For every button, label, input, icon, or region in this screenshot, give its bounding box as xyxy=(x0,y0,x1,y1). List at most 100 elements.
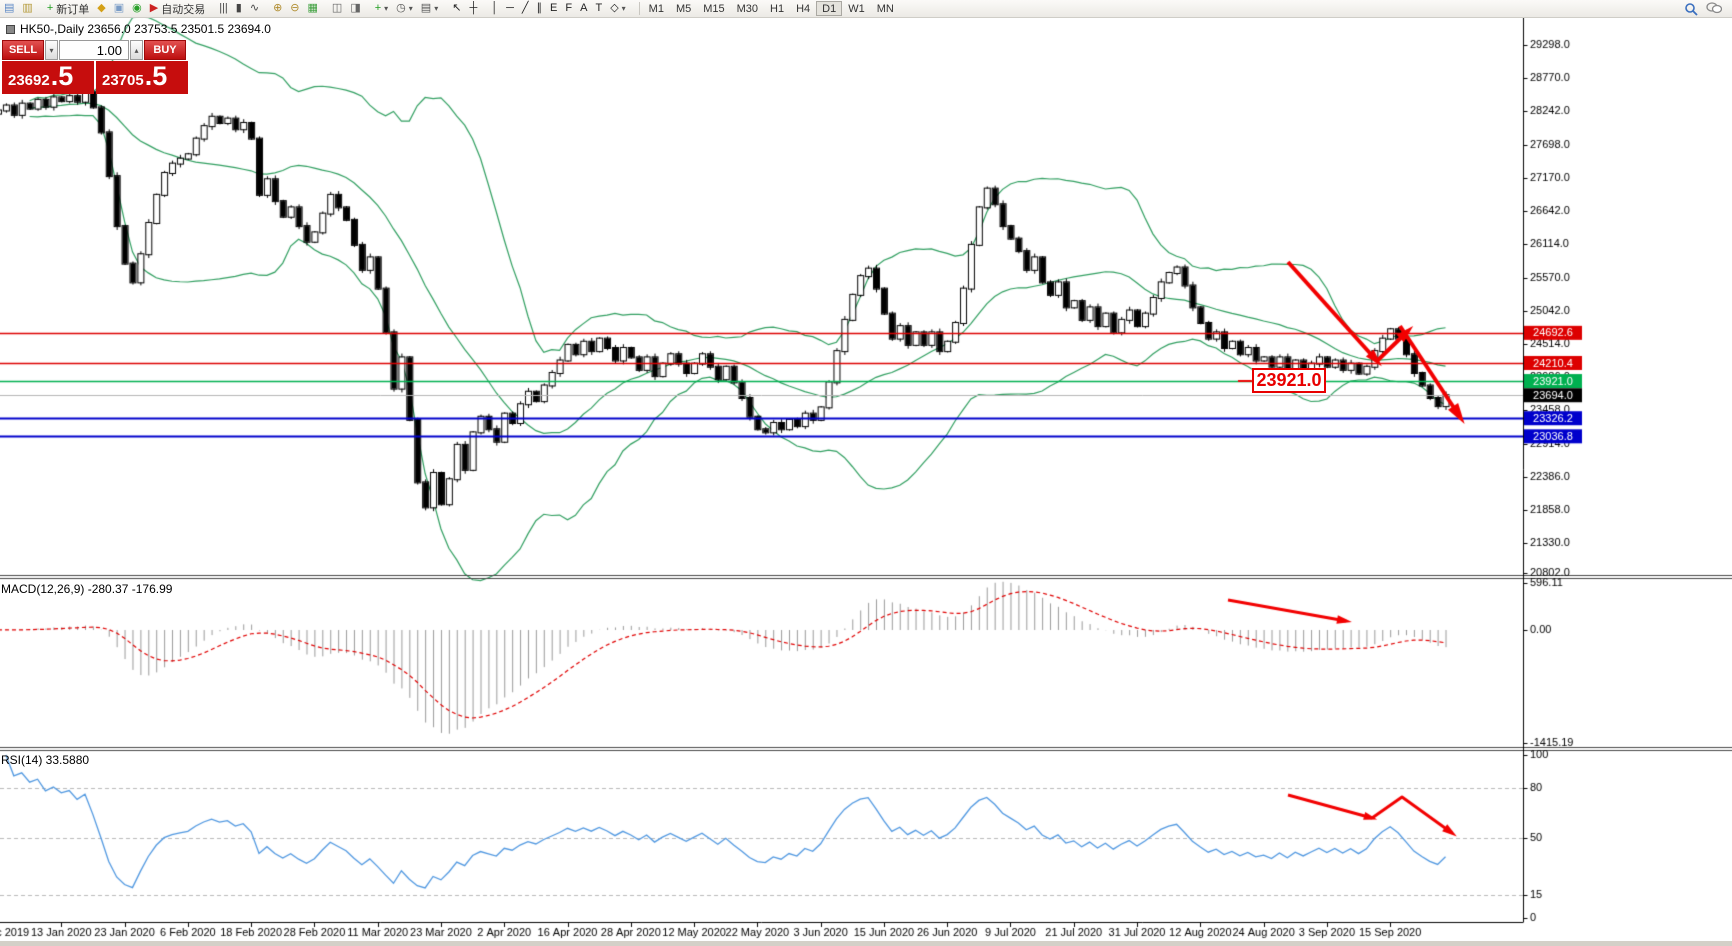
timeframe-mn-button[interactable]: MN xyxy=(871,1,900,16)
vline-button[interactable]: │ xyxy=(487,1,502,16)
dropdown-caret-icon: ▾ xyxy=(621,4,626,13)
timeframe-w1-button[interactable]: W1 xyxy=(842,1,871,16)
sell-price-pips: .5 xyxy=(50,61,74,91)
line-chart-icon-glyph: ∿ xyxy=(249,2,260,14)
chart-shift-icon-glyph: ◨ xyxy=(350,2,361,14)
indicators-button[interactable]: + ▾ xyxy=(371,1,392,16)
templates-glyph: ▤ xyxy=(420,2,432,14)
shapes-glyph: ◇ xyxy=(610,2,619,14)
autotrading-button-label: 自动交易 xyxy=(161,3,206,16)
zoom-out-icon[interactable]: ⊖ xyxy=(286,1,303,16)
sell-button[interactable]: SELL xyxy=(2,40,44,60)
vline-glyph: │ xyxy=(491,2,499,14)
hline-button[interactable]: ─ xyxy=(502,1,518,16)
auto-arrange-icon-glyph: ◫ xyxy=(331,2,343,14)
tile-windows-icon[interactable]: ▦ xyxy=(304,1,322,16)
main-toolbar: ▤ ▥ + 新订单 ◆ ▣ ◉ ▶ 自动交易 ||| ▮ ∿ ⊕ ⊖ ▦ ◫ ◨ + ▾ ◷ ▾ ▤ ▾ ↖ ┼ │ ─ ╱ ∥ E F A T… xyxy=(0,0,1732,18)
tile-windows-icon-glyph: ▦ xyxy=(307,2,318,14)
line-chart-icon[interactable]: ∿ xyxy=(246,1,263,16)
chart-symbol-icon xyxy=(6,24,15,34)
bar-chart-icon[interactable]: ||| xyxy=(215,1,232,16)
price-chart-canvas[interactable] xyxy=(0,0,1732,946)
chart-preview-icon[interactable]: ▥ xyxy=(18,1,36,16)
terminal-icon-glyph: ▣ xyxy=(113,2,125,14)
fibo-f-button[interactable]: F xyxy=(561,1,576,16)
toolbar-buttons: ▤ ▥ + 新订单 ◆ ▣ ◉ ▶ 自动交易 ||| ▮ ∿ ⊕ ⊖ ▦ ◫ ◨ + ▾ ◷ ▾ ▤ ▾ ↖ ┼ │ ─ ╱ ∥ E F A T… xyxy=(0,1,636,16)
timeframe-m1-button[interactable]: M1 xyxy=(643,1,670,16)
text-glyph: A xyxy=(580,2,588,14)
terminal-icon[interactable]: ▣ xyxy=(110,1,128,16)
candlestick-icon-glyph: ▮ xyxy=(235,2,242,14)
trendline-glyph: ╱ xyxy=(521,2,529,14)
bar-chart-icon-glyph: ||| xyxy=(219,2,228,14)
buy-price-pips: .5 xyxy=(144,61,168,91)
mt4-window: { "toolbar": { "items": [ {"name":"chart… xyxy=(0,0,1732,946)
timeframe-m15-button[interactable]: M15 xyxy=(697,1,730,16)
periods-button[interactable]: ◷ ▾ xyxy=(392,1,417,16)
signals-icon[interactable]: ◉ xyxy=(128,1,146,16)
fibo-f-glyph: F xyxy=(565,2,573,14)
macd-indicator-label: MACD(12,26,9) -280.37 -176.99 xyxy=(1,582,173,596)
label-button[interactable]: T xyxy=(591,1,606,16)
chart-title-bar: HK50-,Daily 23656.0 23753.5 23501.5 2369… xyxy=(6,22,271,36)
timeframe-h4-button[interactable]: H4 xyxy=(790,1,816,16)
cursor-button[interactable]: ↖ xyxy=(448,1,465,16)
volume-input[interactable] xyxy=(59,40,129,60)
volume-increase-button[interactable]: ▴ xyxy=(130,40,143,60)
zoom-in-icon[interactable]: ⊕ xyxy=(269,1,286,16)
zoom-in-icon-glyph: ⊕ xyxy=(273,2,283,14)
chart-shift-icon[interactable]: ◨ xyxy=(346,1,364,16)
volume-decrease-button[interactable]: ▾ xyxy=(45,40,58,60)
trendline-button[interactable]: ╱ xyxy=(518,1,533,16)
sell-price-panel[interactable]: 23692 .5 xyxy=(2,61,94,94)
buy-price-main: 23705 xyxy=(102,72,144,89)
status-bar xyxy=(0,941,1732,946)
zoom-out-icon-glyph: ⊖ xyxy=(290,2,300,14)
timeframe-toolbar: M1 M5 M15 M30 H1 H4 D1 W1 MN xyxy=(643,1,900,16)
dropdown-caret-icon: ▾ xyxy=(384,4,389,13)
crosshair-glyph: ┼ xyxy=(469,2,478,14)
indicators-glyph: + xyxy=(374,2,382,14)
charts-window-icon[interactable]: ▤ xyxy=(0,1,18,16)
charts-window-icon-glyph: ▤ xyxy=(4,2,15,14)
price-annotation-label[interactable]: 23921.0 xyxy=(1252,368,1326,393)
search-icon[interactable] xyxy=(1684,2,1698,16)
hline-glyph: ─ xyxy=(506,2,514,14)
chart-preview-icon-glyph: ▥ xyxy=(22,2,33,14)
timeframe-h1-button[interactable]: H1 xyxy=(764,1,790,16)
autotrading-glyph: ▶ xyxy=(149,2,159,14)
buy-button[interactable]: BUY xyxy=(144,40,186,60)
crosshair-button[interactable]: ┼ xyxy=(465,1,481,16)
gold-icon-glyph: ◆ xyxy=(97,2,106,14)
chart-title-text: HK50-,Daily 23656.0 23753.5 23501.5 2369… xyxy=(20,22,271,36)
fibo-e-glyph: E xyxy=(550,2,558,14)
dropdown-caret-icon: ▾ xyxy=(408,4,413,13)
toolbar-right xyxy=(1684,2,1732,16)
toolbar-separator xyxy=(638,2,640,15)
timeframe-m30-button[interactable]: M30 xyxy=(731,1,764,16)
gold-icon[interactable]: ◆ xyxy=(93,1,109,16)
new-order-glyph: + xyxy=(46,2,54,14)
chat-icon[interactable] xyxy=(1706,2,1722,15)
new-order-button-label: 新订单 xyxy=(56,3,90,16)
text-button[interactable]: A xyxy=(576,1,591,16)
one-click-trading-widget: SELL ▾ ▴ BUY 23692 .5 23705 .5 xyxy=(2,40,188,94)
autotrading-button[interactable]: ▶ 自动交易 xyxy=(146,1,209,16)
signals-icon-glyph: ◉ xyxy=(132,2,142,14)
sell-price-main: 23692 xyxy=(8,72,50,89)
periods-glyph: ◷ xyxy=(396,2,406,14)
shapes-button[interactable]: ◇ ▾ xyxy=(606,1,629,16)
timeframe-d1-button[interactable]: D1 xyxy=(816,1,843,16)
candlestick-icon[interactable]: ▮ xyxy=(232,1,246,16)
templates-button[interactable]: ▤ ▾ xyxy=(417,1,442,16)
channel-glyph: ∥ xyxy=(536,2,543,14)
timeframe-m5-button[interactable]: M5 xyxy=(670,1,697,16)
rsi-indicator-label: RSI(14) 33.5880 xyxy=(1,753,90,767)
new-order-button[interactable]: + 新订单 xyxy=(43,1,93,16)
dropdown-caret-icon: ▾ xyxy=(434,4,439,13)
fibo-e-button[interactable]: E xyxy=(546,1,561,16)
cursor-glyph: ↖ xyxy=(452,2,462,14)
channel-button[interactable]: ∥ xyxy=(533,1,547,16)
auto-arrange-icon[interactable]: ◫ xyxy=(328,1,346,16)
buy-price-panel[interactable]: 23705 .5 xyxy=(96,61,188,94)
